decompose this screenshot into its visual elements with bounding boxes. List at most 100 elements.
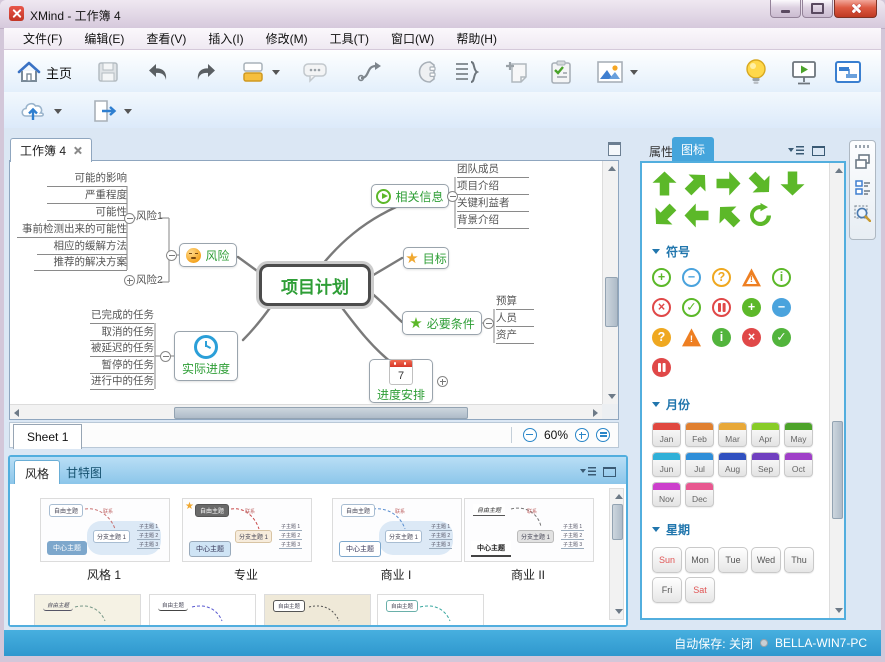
- sym-question-filled-icon[interactable]: ?: [652, 328, 671, 347]
- topic-progress-child[interactable]: 被延迟的任务: [90, 341, 154, 357]
- image-dropdown-caret[interactable]: [630, 70, 638, 75]
- topic-progress[interactable]: 实际进度: [174, 331, 238, 381]
- zoom-select-icon[interactable]: [854, 205, 871, 222]
- insert-topic-button[interactable]: [240, 58, 280, 86]
- scroll-down-icon[interactable]: [835, 608, 843, 613]
- canvas-vertical-scrollbar[interactable]: [602, 161, 618, 404]
- month-nov-icon[interactable]: Nov: [652, 482, 681, 507]
- zoom-out-button[interactable]: [523, 428, 537, 442]
- scroll-right-icon[interactable]: [593, 409, 598, 417]
- toolbar-grip-icon[interactable]: [855, 145, 871, 148]
- expand-risk2-button[interactable]: [124, 275, 135, 286]
- insert-summary-button[interactable]: [452, 58, 480, 86]
- topic-risk-child[interactable]: 事前检测出来的可能性: [17, 222, 127, 238]
- weekday-fri-icon[interactable]: Fri: [652, 577, 682, 603]
- mindmap-canvas[interactable]: 项目计划 风险 风险1 风险2 可能的影响 严重程度 可能性 事前检测出来的可能…: [9, 160, 619, 420]
- month-apr-icon[interactable]: Apr: [751, 422, 780, 447]
- scroll-up-icon[interactable]: [615, 494, 623, 499]
- close-button[interactable]: [834, 0, 877, 18]
- marker-arrow-right-icon[interactable]: [716, 171, 741, 196]
- weekday-thu-icon[interactable]: Thu: [784, 547, 814, 573]
- restore-panels-icon[interactable]: [854, 153, 871, 170]
- presentation-button[interactable]: [790, 58, 818, 86]
- sym-plus-filled-icon[interactable]: +: [742, 298, 761, 317]
- sym-question-outline-icon[interactable]: ?: [712, 268, 731, 287]
- home-button[interactable]: 主页: [16, 58, 72, 86]
- vertical-scroll-thumb[interactable]: [605, 277, 618, 327]
- topic-risk-child[interactable]: 严重程度: [47, 188, 127, 204]
- collapse-conditions-button[interactable]: [483, 318, 494, 329]
- sym-pause-filled-icon[interactable]: [652, 358, 671, 377]
- tab-gantt[interactable]: 甘特图: [56, 460, 112, 484]
- topic-risk2[interactable]: 风险2: [136, 272, 163, 287]
- export-button[interactable]: [90, 97, 132, 125]
- topic-risk[interactable]: 风险: [179, 243, 237, 267]
- sym-check-filled-icon[interactable]: ✓: [772, 328, 791, 347]
- topic-progress-child[interactable]: 进行中的任务: [90, 374, 154, 390]
- marker-arrow-down-icon[interactable]: [780, 171, 805, 196]
- scroll-left-icon[interactable]: [14, 409, 19, 417]
- month-jul-icon[interactable]: Jul: [685, 452, 714, 477]
- scroll-up-icon[interactable]: [835, 168, 843, 173]
- weekday-sun-icon[interactable]: Sun: [652, 547, 682, 573]
- marker-arrow-left-icon[interactable]: [684, 203, 709, 228]
- sym-info-outline-icon[interactable]: i: [772, 268, 791, 287]
- topic-dropdown-caret[interactable]: [272, 70, 280, 75]
- topic-progress-child[interactable]: 已完成的任务: [90, 308, 154, 324]
- marker-refresh-icon[interactable]: [748, 203, 773, 228]
- menu-insert[interactable]: 插入(I): [197, 28, 254, 49]
- menu-edit[interactable]: 编辑(E): [73, 28, 135, 49]
- menu-help[interactable]: 帮助(H): [445, 28, 508, 49]
- tab-style[interactable]: 风格: [14, 460, 60, 485]
- zoom-actual-size-button[interactable]: [596, 428, 610, 442]
- topic-risk-child[interactable]: 可能性: [47, 205, 127, 221]
- tips-button[interactable]: [744, 58, 768, 86]
- topic-progress-child[interactable]: 暂停的任务: [90, 358, 154, 374]
- section-symbols[interactable]: 符号: [652, 243, 690, 260]
- sym-warning-outline-icon[interactable]: !: [742, 268, 761, 287]
- sym-minus-outline-icon[interactable]: −: [682, 268, 701, 287]
- marker-arrow-up-left-icon[interactable]: [711, 198, 746, 233]
- horizontal-scroll-thumb[interactable]: [174, 407, 468, 419]
- export-dropdown-caret[interactable]: [124, 109, 132, 114]
- marker-arrow-down-right-icon[interactable]: [743, 166, 778, 201]
- tab-icons[interactable]: 图标: [672, 137, 714, 161]
- canvas-horizontal-scrollbar[interactable]: [10, 404, 602, 419]
- style-thumbnail-style1[interactable]: 自由主题 联系 分支主题 1 子主题 1 子主题 2 子主题 3 中心主题: [40, 498, 170, 562]
- month-aug-icon[interactable]: Aug: [718, 452, 747, 477]
- sym-info-filled-icon[interactable]: i: [712, 328, 731, 347]
- topic-risk1[interactable]: 风险1: [136, 208, 163, 223]
- topic-conditions[interactable]: 必要条件: [402, 311, 482, 335]
- minimize-button[interactable]: [770, 0, 801, 18]
- marker-arrow-up-right-icon[interactable]: [679, 166, 714, 201]
- maximize-button[interactable]: [802, 0, 833, 18]
- sym-check-outline-icon[interactable]: ✓: [682, 298, 701, 317]
- weekday-wed-icon[interactable]: Wed: [751, 547, 781, 573]
- collapse-info-button[interactable]: [447, 191, 458, 202]
- topic-risk-child[interactable]: 可能的影响: [47, 171, 127, 187]
- sym-pause-outline-icon[interactable]: [712, 298, 731, 317]
- marker-arrow-down-left-icon[interactable]: [647, 198, 682, 233]
- workbook-tab[interactable]: 工作簿 4: [10, 138, 92, 162]
- marker-panel-scrollbar[interactable]: [829, 163, 844, 618]
- weekday-tue-icon[interactable]: Tue: [718, 547, 748, 573]
- save-button[interactable]: [96, 58, 120, 86]
- collapse-risk1-button[interactable]: [124, 213, 135, 224]
- topic-conditions-child[interactable]: 资产: [496, 328, 534, 344]
- sym-minus-filled-icon[interactable]: −: [772, 298, 791, 317]
- menu-modify[interactable]: 修改(M): [255, 28, 319, 49]
- section-weekdays[interactable]: 星期: [652, 521, 690, 538]
- topic-conditions-child[interactable]: 人员: [496, 311, 534, 327]
- topic-risk-child[interactable]: 相应的缓解方法: [37, 239, 127, 255]
- topic-info-child[interactable]: 项目介绍: [457, 179, 529, 195]
- month-jan-icon[interactable]: Jan: [652, 422, 681, 447]
- topic-conditions-child[interactable]: 预算: [496, 294, 534, 310]
- topic-central[interactable]: 项目计划: [259, 264, 371, 306]
- weekday-mon-icon[interactable]: Mon: [685, 547, 715, 573]
- style-thumbnail-business2[interactable]: 自由主题 联系 分支主题 1 子主题 1 子主题 2 子主题 3 中心主题: [464, 498, 594, 562]
- topic-info-child[interactable]: 团队成员: [457, 162, 529, 178]
- topic-info[interactable]: 相关信息: [371, 184, 449, 208]
- insert-note-button[interactable]: [504, 58, 530, 86]
- zoom-in-button[interactable]: [575, 428, 589, 442]
- style-thumbnail-row2[interactable]: 自由主题: [264, 594, 371, 625]
